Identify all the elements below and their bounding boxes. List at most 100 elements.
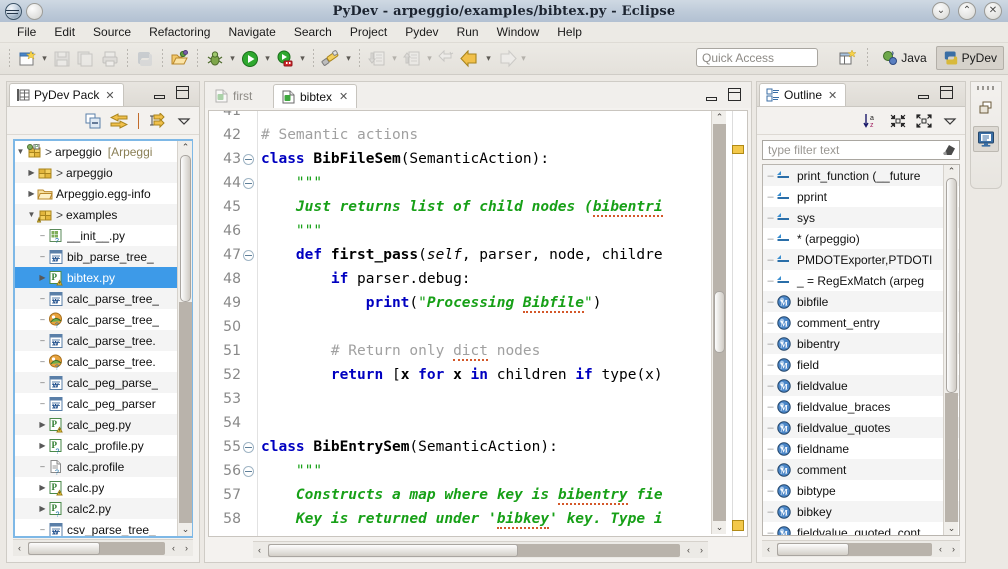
- run-icon[interactable]: [239, 48, 261, 70]
- outline-hscroll-thumb[interactable]: [777, 542, 849, 556]
- project-tree-rows[interactable]: ▼ P > arpeggio [Arpeggi ▶ > arpeggio ▶ Arpeggio.e…: [15, 141, 191, 536]
- annotation-marker[interactable]: [732, 520, 744, 531]
- tree-item[interactable]: ▶ Pcalc.py: [15, 477, 191, 498]
- code-line[interactable]: 50: [209, 315, 747, 339]
- package-explorer-toolbar[interactable]: [7, 107, 199, 135]
- maximize-icon[interactable]: [940, 86, 953, 99]
- scroll-left-step-icon[interactable]: ‹: [682, 545, 695, 555]
- fold-toggle-icon[interactable]: [243, 154, 254, 165]
- outline-item[interactable]: – print_function (__future: [763, 165, 959, 186]
- outline-item[interactable]: – pprint: [763, 186, 959, 207]
- run-dropdown-icon[interactable]: ▾: [262, 48, 273, 70]
- tree-item[interactable]: –? calc_parse_tree.: [15, 351, 191, 372]
- outline-item[interactable]: – sys: [763, 207, 959, 228]
- editor-tab-bibtex[interactable]: bibtex ✕: [273, 84, 358, 108]
- menu-search[interactable]: Search: [285, 23, 341, 41]
- fold-toggle-icon[interactable]: [243, 178, 254, 189]
- scroll-down-icon[interactable]: ⌄: [946, 523, 957, 534]
- outline-view-controls[interactable]: [917, 86, 953, 99]
- tree-item[interactable]: – Wcsv_parse_tree_: [15, 519, 191, 536]
- chevron-right-icon[interactable]: ▶: [37, 441, 48, 450]
- code-line[interactable]: 47 def first_pass(self, parser, node, ch…: [209, 243, 747, 267]
- tree-item[interactable]: – Wcalc_peg_parse_: [15, 372, 191, 393]
- console-view-icon[interactable]: [973, 126, 999, 152]
- outline-item[interactable]: – Mfield: [763, 354, 959, 375]
- outline-item[interactable]: – Mfieldname: [763, 438, 959, 459]
- back-dropdown-icon[interactable]: ▾: [483, 48, 494, 70]
- tree-item-selected[interactable]: ▶ Pbibtex.py: [15, 267, 191, 288]
- quick-access-input[interactable]: Quick Access: [696, 48, 818, 67]
- outline-hscroll-track[interactable]: [777, 542, 932, 556]
- close-window-button[interactable]: ✕: [984, 2, 1002, 20]
- expand-all-icon[interactable]: [915, 112, 933, 130]
- menu-run[interactable]: Run: [448, 23, 488, 41]
- code-line[interactable]: 49 print("Processing Bibfile"): [209, 291, 747, 315]
- menu-help[interactable]: Help: [548, 23, 591, 41]
- restore-view-icon[interactable]: [974, 96, 998, 120]
- editor-vertical-scrollbar[interactable]: ⌃ ⌄: [711, 111, 726, 534]
- overview-ruler[interactable]: [732, 111, 747, 536]
- outline-filter-input[interactable]: type filter text: [762, 140, 960, 160]
- code-line[interactable]: 45 Just returns list of child nodes (bib…: [209, 195, 747, 219]
- maximize-icon[interactable]: [728, 88, 741, 101]
- outline-item[interactable]: – Mfieldvalue_quoted_cont: [763, 522, 959, 535]
- outline-item[interactable]: – Mbibtype: [763, 480, 959, 501]
- menu-source[interactable]: Source: [84, 23, 140, 41]
- show-hierarchy-icon[interactable]: [149, 112, 167, 130]
- chevron-down-icon[interactable]: ▼: [15, 147, 26, 156]
- view-menu-icon[interactable]: [175, 112, 193, 130]
- outline-item[interactable]: – Mbibfile: [763, 291, 959, 312]
- tree-item[interactable]: – Wbib_parse_tree_: [15, 246, 191, 267]
- code-line[interactable]: 44 """: [209, 171, 747, 195]
- scroll-down-icon[interactable]: ⌄: [180, 524, 191, 535]
- scroll-right-step-icon[interactable]: ›: [695, 545, 708, 555]
- maximize-window-button[interactable]: ⌃: [958, 2, 976, 20]
- perspective-java[interactable]: Java: [876, 46, 932, 70]
- code-line[interactable]: 41: [209, 111, 747, 123]
- pydev-package-dropdown-icon[interactable]: ▾: [343, 48, 354, 70]
- tree-item[interactable]: – Wcalc_parse_tree.: [15, 330, 191, 351]
- code-editor[interactable]: 41 42 # Semantic actions 43 class BibFileSem…: [208, 110, 748, 537]
- tree-hscroll-thumb[interactable]: [28, 541, 100, 555]
- scroll-up-icon[interactable]: ⌃: [946, 166, 957, 177]
- window-shade-icon[interactable]: [26, 2, 43, 20]
- debug-icon[interactable]: [204, 48, 226, 70]
- outline-scroll-track[interactable]: [945, 393, 958, 522]
- window-menu-buttons[interactable]: [5, 2, 43, 20]
- editor-scroll-thumb[interactable]: [714, 291, 725, 353]
- code-line[interactable]: 43 class BibFileSem(SemanticAction):: [209, 147, 747, 171]
- scroll-right-step-icon[interactable]: ›: [947, 544, 960, 554]
- tree-item[interactable]: ▶ > arpeggio: [15, 162, 191, 183]
- code-line[interactable]: 55 class BibEntrySem(SemanticAction):: [209, 435, 747, 459]
- outline-item[interactable]: – Mcomment_entry: [763, 312, 959, 333]
- outline-item[interactable]: – Mfieldvalue_braces: [763, 396, 959, 417]
- code-line[interactable]: 57 Constructs a map where key is bibentr…: [209, 483, 747, 507]
- outline-item[interactable]: – * (arpeggio): [763, 228, 959, 249]
- fold-toggle-icon[interactable]: [243, 250, 254, 261]
- menu-file[interactable]: File: [8, 23, 45, 41]
- sort-icon[interactable]: a z: [863, 112, 881, 130]
- quick-access-wrap[interactable]: Quick Access: [696, 48, 818, 67]
- fast-view-bar[interactable]: [970, 81, 1002, 189]
- pydev-package-icon[interactable]: [320, 48, 342, 70]
- scroll-left-icon[interactable]: ‹: [13, 543, 26, 553]
- menu-bar[interactable]: File Edit Source Refactoring Navigate Se…: [0, 22, 1008, 43]
- close-icon[interactable]: ✕: [828, 89, 837, 102]
- open-perspective-icon[interactable]: [835, 46, 859, 70]
- package-explorer-view-controls[interactable]: [153, 86, 189, 99]
- menu-navigate[interactable]: Navigate: [219, 23, 284, 41]
- debug-dropdown-icon[interactable]: ▾: [227, 48, 238, 70]
- clear-icon[interactable]: [942, 143, 956, 156]
- window-controls[interactable]: ⌄ ⌃ ✕: [932, 2, 1002, 20]
- outline-toolbar[interactable]: a z: [757, 107, 965, 135]
- code-line[interactable]: 42 # Semantic actions: [209, 123, 747, 147]
- tree-hscroll-track[interactable]: [28, 541, 165, 555]
- new-wizard-icon[interactable]: [16, 48, 38, 70]
- editor-view-controls[interactable]: [705, 88, 741, 101]
- menu-pydev[interactable]: Pydev: [396, 23, 447, 41]
- view-menu-icon[interactable]: [941, 112, 959, 130]
- open-package-icon[interactable]: [169, 48, 191, 70]
- outline-vertical-scrollbar[interactable]: ⌃ ⌄: [943, 165, 958, 535]
- perspective-pydev[interactable]: PyDev: [935, 46, 1004, 70]
- tree-horizontal-scrollbar[interactable]: ‹ ‹ ›: [13, 539, 193, 556]
